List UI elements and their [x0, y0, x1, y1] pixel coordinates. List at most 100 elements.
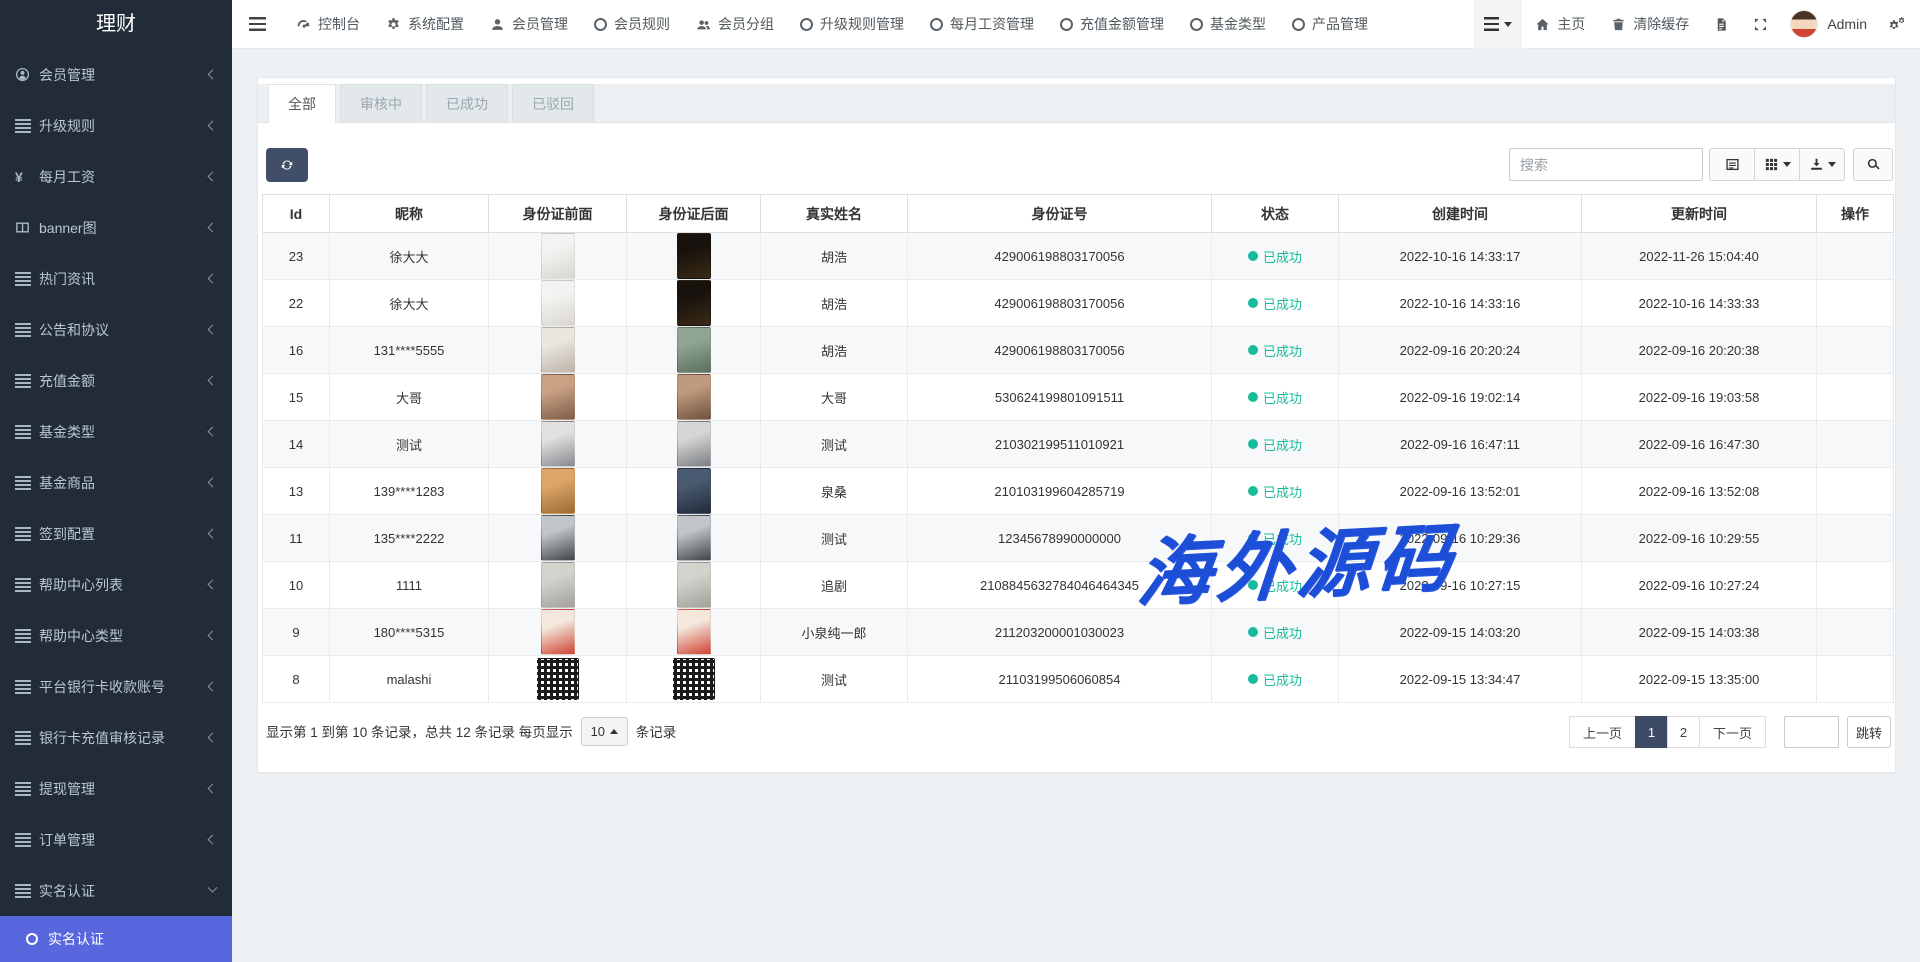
sidebar-item[interactable]: 会员管理 — [0, 49, 232, 100]
cogs-icon — [1889, 17, 1904, 32]
id-card-back-image[interactable] — [677, 421, 711, 467]
id-card-front-image[interactable] — [541, 468, 575, 514]
sidebar-item[interactable]: 实名认证 — [0, 865, 232, 916]
sidebar-item[interactable]: 公告和协议 — [0, 304, 232, 355]
columns-button[interactable] — [1754, 148, 1800, 181]
col-header[interactable]: 身份证前面 — [489, 195, 627, 233]
col-header[interactable]: 身份证后面 — [627, 195, 761, 233]
sidebar-toggle-button[interactable] — [232, 0, 283, 49]
jump-button[interactable]: 跳转 — [1847, 716, 1891, 748]
id-card-front-image[interactable] — [541, 327, 575, 373]
sidebar-subitem-realname-auth[interactable]: 实名认证 — [0, 916, 232, 962]
export-button[interactable] — [1799, 148, 1845, 181]
search-input[interactable] — [1509, 148, 1703, 181]
id-card-back-image[interactable] — [677, 562, 711, 608]
col-header[interactable]: 昵称 — [330, 195, 489, 233]
cell-id-card-back — [627, 468, 761, 515]
id-card-back-image[interactable] — [677, 515, 711, 561]
col-header[interactable]: 真实姓名 — [761, 195, 908, 233]
list-icon — [15, 884, 39, 898]
cell-updated-time: 2022-09-15 13:35:00 — [1582, 656, 1817, 703]
tab-1[interactable]: 审核中 — [340, 84, 422, 122]
topnav-link[interactable]: 会员规则 — [581, 0, 683, 49]
col-header[interactable]: 身份证号 — [908, 195, 1212, 233]
page-size-select[interactable]: 10 — [581, 717, 628, 746]
id-card-back-image[interactable] — [677, 609, 711, 655]
topnav-link[interactable]: 产品管理 — [1279, 0, 1381, 49]
page-button-1[interactable]: 1 — [1635, 716, 1668, 748]
topnav-link[interactable]: 升级规则管理 — [787, 0, 917, 49]
next-page-button[interactable]: 下一页 — [1699, 716, 1766, 748]
sidebar-item[interactable]: 平台银行卡收款账号 — [0, 661, 232, 712]
sidebar-item[interactable]: 基金商品 — [0, 457, 232, 508]
topnav-link[interactable]: 控制台 — [283, 0, 373, 49]
tab-0[interactable]: 全部 — [268, 84, 336, 123]
col-header[interactable]: 操作 — [1817, 195, 1894, 233]
sidebar-item[interactable]: 升级规则 — [0, 100, 232, 151]
user-menu[interactable]: Admin — [1780, 0, 1877, 49]
sidebar-item[interactable]: 基金类型 — [0, 406, 232, 457]
id-card-front-image[interactable] — [541, 562, 575, 608]
sidebar-item[interactable]: 热门资讯 — [0, 253, 232, 304]
id-card-front-image[interactable] — [537, 658, 579, 700]
page-button-2[interactable]: 2 — [1667, 716, 1700, 748]
cell-created-time: 2022-09-15 14:03:20 — [1339, 609, 1582, 656]
id-card-back-image[interactable] — [677, 468, 711, 514]
id-card-front-image[interactable] — [541, 515, 575, 561]
log-button[interactable] — [1702, 0, 1741, 49]
status-dot — [1248, 439, 1258, 449]
id-card-front-image[interactable] — [541, 421, 575, 467]
sidebar-item[interactable]: banner图 — [0, 202, 232, 253]
sidebar-item[interactable]: 帮助中心列表 — [0, 559, 232, 610]
settings-button[interactable] — [1877, 0, 1920, 49]
status-dot — [1248, 674, 1258, 684]
tab-3[interactable]: 已驳回 — [512, 84, 594, 122]
circle-icon — [1190, 18, 1203, 31]
id-card-front-image[interactable] — [541, 374, 575, 420]
home-button[interactable]: 主页 — [1522, 0, 1598, 49]
topnav-link[interactable]: 会员分组 — [683, 0, 787, 49]
topnav-link[interactable]: 充值金额管理 — [1047, 0, 1177, 49]
col-header[interactable]: 状态 — [1212, 195, 1339, 233]
id-card-back-image[interactable] — [673, 658, 715, 700]
cell-actions — [1817, 515, 1894, 562]
sidebar-item[interactable]: 提现管理 — [0, 763, 232, 814]
sidebar-item[interactable]: 银行卡充值审核记录 — [0, 712, 232, 763]
id-card-front-image[interactable] — [541, 609, 575, 655]
search-button[interactable] — [1853, 148, 1893, 181]
chevron-left-icon — [208, 682, 218, 692]
table-icon — [1725, 157, 1740, 172]
tab-2[interactable]: 已成功 — [426, 84, 508, 122]
id-card-back-image[interactable] — [677, 327, 711, 373]
sidebar-item[interactable]: ¥ 每月工资 — [0, 151, 232, 202]
toggle-view-button[interactable] — [1709, 148, 1755, 181]
list-icon — [15, 680, 39, 694]
cell-id-number: 429006198803170056 — [908, 327, 1212, 374]
cell-nickname: 大哥 — [330, 374, 489, 421]
sidebar-item[interactable]: 订单管理 — [0, 814, 232, 865]
sidebar-item[interactable]: 充值金额 — [0, 355, 232, 406]
topnav-link[interactable]: 系统配置 — [373, 0, 477, 49]
refresh-button[interactable] — [266, 148, 308, 182]
col-header[interactable]: Id — [263, 195, 330, 233]
fullscreen-button[interactable] — [1741, 0, 1780, 49]
sidebar-item[interactable]: 帮助中心类型 — [0, 610, 232, 661]
id-card-back-image[interactable] — [677, 374, 711, 420]
circle-icon — [594, 18, 607, 31]
id-card-back-image[interactable] — [677, 233, 711, 279]
menu-dropdown-button[interactable] — [1474, 0, 1522, 49]
clear-cache-button[interactable]: 清除缓存 — [1598, 0, 1702, 49]
id-card-front-image[interactable] — [541, 233, 575, 279]
topnav-link[interactable]: 每月工资管理 — [917, 0, 1047, 49]
document-icon — [1714, 17, 1729, 32]
jump-page-input[interactable] — [1784, 716, 1839, 748]
sidebar-item[interactable]: 签到配置 — [0, 508, 232, 559]
id-card-back-image[interactable] — [677, 280, 711, 326]
col-header[interactable]: 更新时间 — [1582, 195, 1817, 233]
topnav-link[interactable]: 会员管理 — [477, 0, 581, 49]
id-card-front-image[interactable] — [541, 280, 575, 326]
topnav-link[interactable]: 基金类型 — [1177, 0, 1279, 49]
list-icon — [15, 527, 39, 541]
prev-page-button[interactable]: 上一页 — [1569, 716, 1636, 748]
col-header[interactable]: 创建时间 — [1339, 195, 1582, 233]
